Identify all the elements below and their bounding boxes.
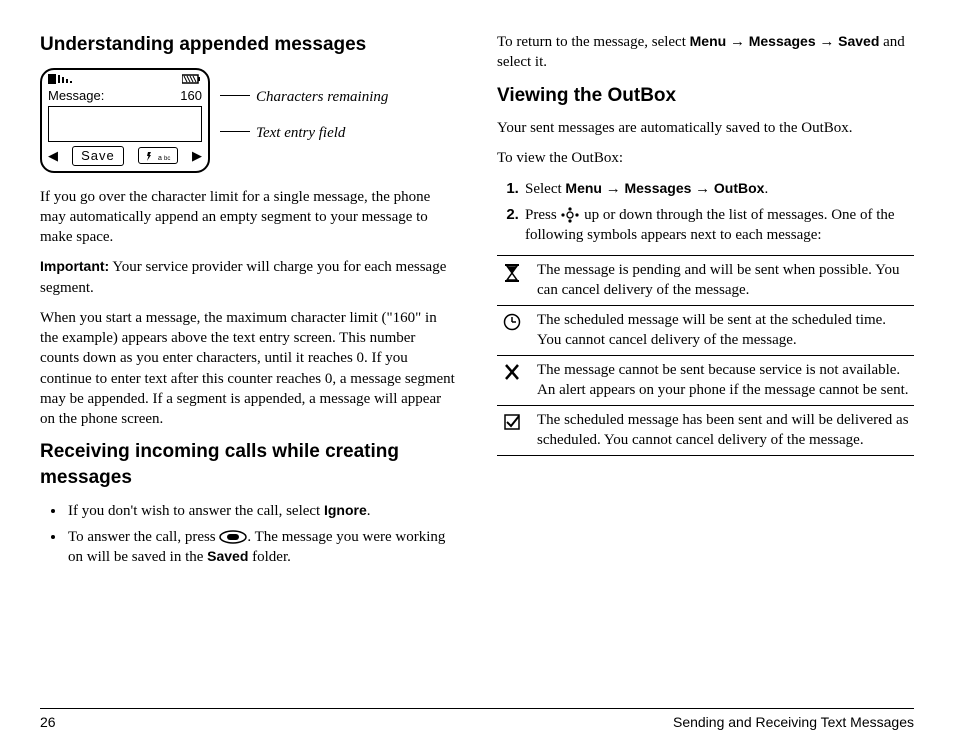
page-footer: 26 Sending and Receiving Text Messages (40, 708, 914, 732)
para-counter: When you start a message, the maximum ch… (40, 308, 457, 430)
step2-a: Press (525, 207, 560, 223)
svg-text:a: a (158, 155, 162, 162)
heading-receiving-calls: Receiving incoming calls while creating … (40, 439, 457, 490)
table-row: The message is pending and will be sent … (497, 256, 914, 306)
callout-chars-remaining: Characters remaining (256, 87, 388, 107)
para-return-message: To return to the message, select Menu → … (497, 32, 914, 73)
table-row: The message cannot be sent because servi… (497, 356, 914, 406)
step1-b: . (764, 181, 768, 197)
sym1-text: The message is pending and will be sent … (537, 261, 912, 300)
outbox-label: OutBox (714, 180, 765, 196)
heading-appended: Understanding appended messages (40, 32, 457, 58)
important-label: Important: (40, 258, 109, 274)
para-important: Important: Your service provider will ch… (40, 257, 457, 298)
right-column: To return to the message, select Menu → … (497, 32, 914, 700)
bullet2-text-a: To answer the call, press (68, 529, 219, 545)
ok-key-icon (219, 530, 247, 544)
sym2-text: The scheduled message will be sent at th… (537, 311, 912, 350)
phone-text-entry (48, 106, 202, 142)
arrow-icon: → (726, 34, 749, 50)
arrow-icon: → (602, 181, 625, 197)
clock-icon (499, 311, 525, 350)
battery-icon (182, 72, 202, 88)
menu-label: Menu (690, 33, 727, 49)
phone-char-count: 160 (180, 87, 202, 105)
nav-key-icon (560, 207, 580, 223)
bullet-list: If you don't wish to answer the call, se… (40, 501, 457, 568)
saved-label: Saved (207, 548, 248, 564)
phone-screen: Message: 160 ◀ Save a bc (40, 68, 210, 173)
saved-label: Saved (838, 33, 879, 49)
signal-icon (48, 72, 88, 88)
menu-label: Menu (565, 180, 602, 196)
x-icon (499, 361, 525, 400)
symbol-table: The message is pending and will be sent … (497, 255, 914, 456)
list-item: To answer the call, press . The message … (66, 527, 457, 568)
step2-b: up or down through the list of messages.… (525, 207, 895, 243)
intro-a: To return to the message, select (497, 34, 690, 50)
arrow-icon: → (816, 34, 839, 50)
phone-mode-box: a bc (138, 147, 178, 164)
sym3-text: The message cannot be sent because servi… (537, 361, 912, 400)
list-item: Select Menu → Messages → OutBox. (523, 179, 914, 199)
para-outbox-intro: Your sent messages are automatically sav… (497, 118, 914, 138)
messages-label: Messages (749, 33, 816, 49)
phone-message-label: Message: (48, 87, 104, 105)
messages-label: Messages (624, 180, 691, 196)
table-row: The scheduled message will be sent at th… (497, 306, 914, 356)
step1-a: Select (525, 181, 565, 197)
arrow-icon: → (691, 181, 714, 197)
phone-save-button: Save (72, 146, 124, 166)
para-outbox-view: To view the OutBox: (497, 148, 914, 168)
left-arrow-icon: ◀ (48, 147, 58, 165)
para-append-intro: If you go over the character limit for a… (40, 187, 457, 248)
svg-text:bc: bc (164, 156, 170, 162)
list-item: If you don't wish to answer the call, se… (66, 501, 457, 521)
hourglass-icon (499, 261, 525, 300)
sym4-text: The scheduled message has been sent and … (537, 411, 912, 450)
bullet2-text-d: folder. (248, 549, 291, 565)
callout-text-entry: Text entry field (256, 123, 345, 143)
left-column: Understanding appended messages (40, 32, 457, 700)
page-number: 26 (40, 713, 56, 732)
bullet1-text-a: If you don't wish to answer the call, se… (68, 503, 324, 519)
steps-list: Select Menu → Messages → OutBox. Press u… (497, 179, 914, 246)
bullet1-text-c: . (367, 503, 371, 519)
table-row: The scheduled message has been sent and … (497, 406, 914, 456)
heading-outbox: Viewing the OutBox (497, 83, 914, 109)
ignore-label: Ignore (324, 502, 367, 518)
footer-title: Sending and Receiving Text Messages (673, 713, 914, 732)
checkbox-icon (499, 411, 525, 450)
list-item: Press up or down through the list of mes… (523, 205, 914, 246)
right-arrow-icon: ▶ (192, 147, 202, 165)
phone-diagram: Message: 160 ◀ Save a bc (40, 68, 457, 173)
